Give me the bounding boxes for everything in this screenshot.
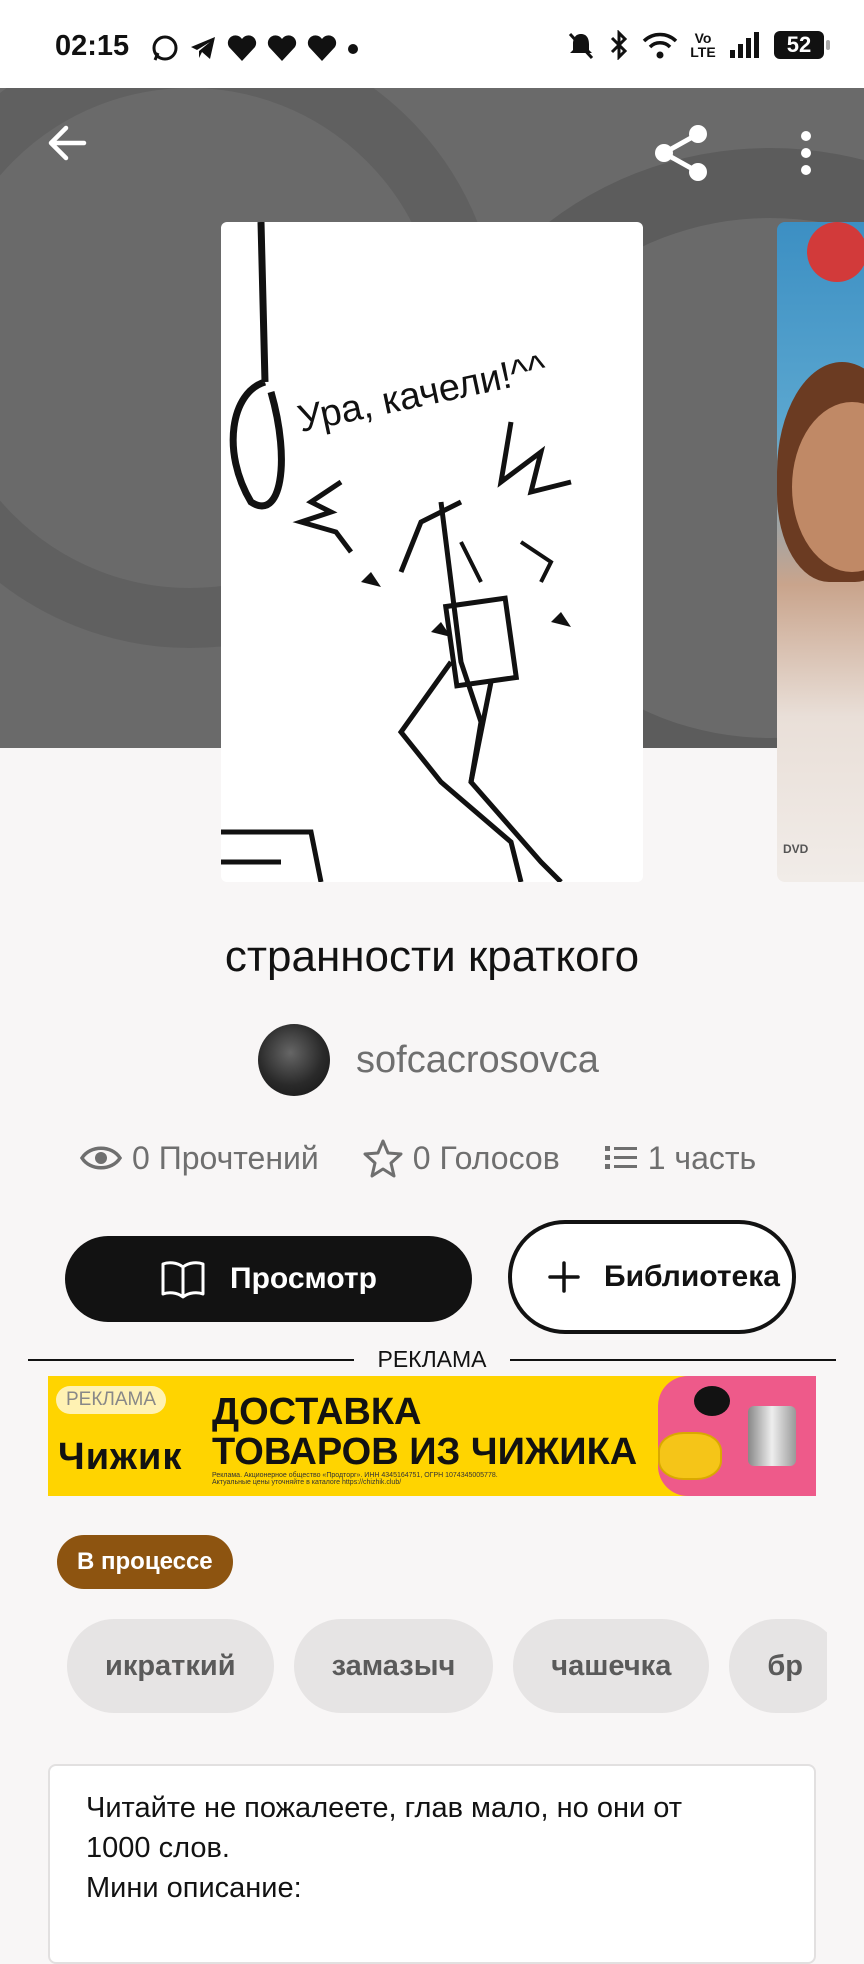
whatsapp-icon: [152, 35, 178, 61]
share-button[interactable]: [650, 122, 712, 189]
cover-drawing: Ура, качели!^^: [221, 222, 572, 882]
parts-stat: 1 часть: [604, 1140, 756, 1177]
tags-list[interactable]: икраткий замазыч чашечка бр: [67, 1619, 827, 1715]
ad-banner[interactable]: РЕКЛАМА Чижик ДОСТАВКА ТОВАРОВ ИЗ ЧИЖИКА…: [48, 1376, 816, 1496]
heart-icon: [227, 35, 257, 61]
bell-off-icon: [568, 32, 594, 60]
star-icon: [363, 1139, 403, 1178]
parts-count: 1 часть: [647, 1139, 757, 1176]
shoe-image: [658, 1432, 722, 1480]
author-name[interactable]: sofcacrosovca: [356, 1039, 599, 1082]
read-button[interactable]: Просмотр: [65, 1236, 472, 1322]
author-link[interactable]: sofcacrosovca: [258, 1024, 599, 1096]
system-icons: Vo LTE 52: [566, 30, 830, 60]
notification-icons: [150, 33, 360, 63]
telegram-icon: [191, 37, 215, 59]
ad-badge: РЕКЛАМА: [56, 1386, 167, 1414]
library-button-label: Библиотека: [604, 1260, 780, 1293]
bird-icon: [694, 1386, 730, 1416]
heart-icon: [307, 35, 337, 61]
tag-chip[interactable]: замазыч: [293, 1619, 494, 1713]
story-title: странности краткого: [224, 932, 640, 981]
dot-icon: [348, 44, 358, 54]
more-options-button[interactable]: [794, 130, 818, 181]
story-stats: 0 Прочтений 0 Голосов 1 часть: [80, 1138, 756, 1178]
ad-small-print: Реклама. Акционерное общество «Продторг»…: [212, 1472, 498, 1486]
status-bar: 02:15 Vo LTE 52: [0, 0, 864, 88]
votes-count: 0 Голосов: [412, 1139, 560, 1176]
ad-headline-line2: ТОВАРОВ ИЗ ЧИЖИКА: [212, 1431, 638, 1473]
tag-chip[interactable]: икраткий: [67, 1619, 274, 1713]
description-line: Мини описание:: [86, 1872, 302, 1904]
story-cover[interactable]: Ура, качели!^^: [221, 222, 643, 882]
battery-indicator: 52: [774, 31, 830, 59]
list-icon: [604, 1146, 637, 1169]
wifi-icon: [642, 32, 678, 59]
status-time: 02:15: [55, 30, 130, 62]
ad-headline: ДОСТАВКА ТОВАРОВ ИЗ ЧИЖИКА: [212, 1392, 637, 1472]
next-story-cover[interactable]: DVD: [777, 222, 864, 882]
add-to-library-button[interactable]: Библиотека: [508, 1220, 796, 1334]
eye-icon: [80, 1146, 122, 1170]
pot-image: [748, 1406, 796, 1466]
tag-chip[interactable]: чашечка: [513, 1619, 710, 1713]
read-button-label: Просмотр: [230, 1262, 377, 1295]
description-line: Читайте не пожалеете, глав мало, но они …: [86, 1792, 682, 1824]
ad-brand: Чижик: [58, 1436, 183, 1478]
ad-divider: РЕКЛАМА: [28, 1344, 836, 1374]
reads-stat: 0 Прочтений: [80, 1140, 319, 1177]
more-vertical-icon: [801, 131, 811, 175]
reads-count: 0 Прочтений: [132, 1139, 319, 1176]
plus-icon: [548, 1261, 580, 1293]
signal-icon: [730, 32, 759, 58]
book-open-icon: [161, 1261, 205, 1299]
avatar[interactable]: [258, 1024, 330, 1096]
ad-divider-label: РЕКЛАМА: [363, 1346, 501, 1372]
votes-stat: 0 Голосов: [363, 1138, 560, 1178]
arrow-left-icon: [48, 125, 87, 161]
volte-label: Vo LTE: [690, 30, 716, 60]
heart-icon: [267, 35, 297, 61]
story-status-badge: В процессе: [57, 1535, 233, 1589]
tag-chip[interactable]: бр: [729, 1619, 827, 1713]
bluetooth-icon: [610, 30, 628, 60]
share-icon: [655, 125, 707, 181]
description-line: 1000 слов.: [86, 1832, 230, 1864]
story-description[interactable]: Читайте не пожалеете, глав мало, но они …: [48, 1764, 816, 1964]
back-button[interactable]: [44, 120, 90, 171]
ad-headline-line1: ДОСТАВКА: [212, 1391, 422, 1433]
